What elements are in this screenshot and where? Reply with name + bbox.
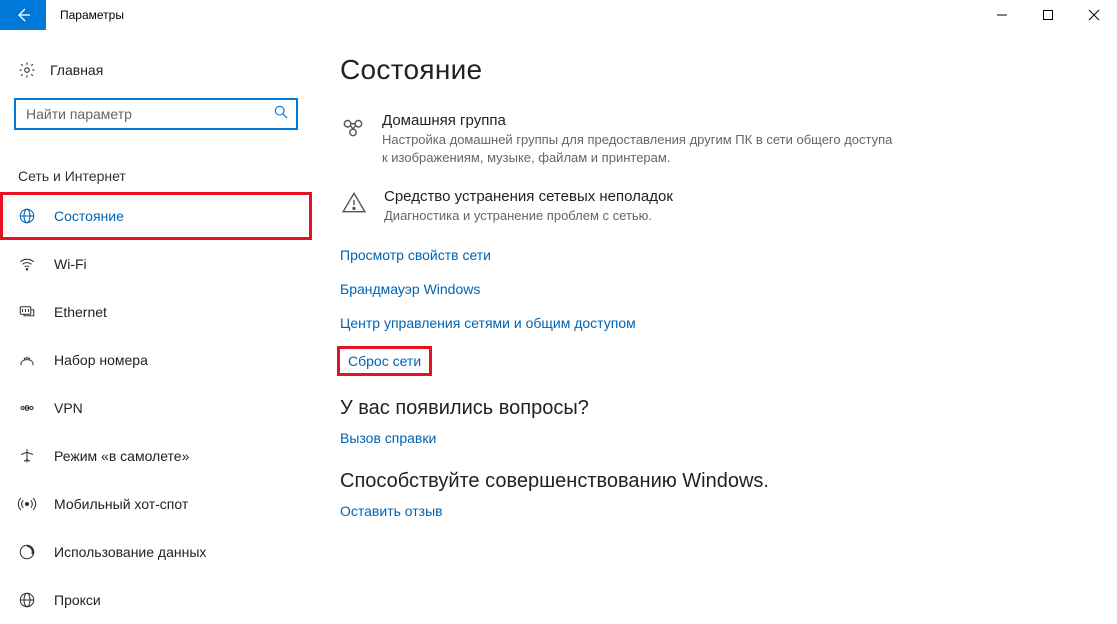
- vpn-icon: [18, 399, 36, 417]
- close-icon: [1089, 10, 1099, 20]
- arrow-left-icon: [15, 7, 31, 23]
- sidebar-item-label: Ethernet: [54, 304, 107, 320]
- section-homegroup[interactable]: Домашняя группа Настройка домашней групп…: [340, 112, 900, 166]
- search-input-wrapper[interactable]: [14, 98, 298, 130]
- sidebar-home-label: Главная: [50, 62, 103, 78]
- search-input[interactable]: [26, 106, 274, 122]
- sidebar-item-hotspot[interactable]: Мобильный хот-спот: [0, 480, 312, 528]
- highlight-network-reset: Сброс сети: [340, 349, 429, 373]
- sidebar-item-label: Использование данных: [54, 544, 206, 560]
- sidebar-item-label: Прокси: [54, 592, 101, 608]
- sidebar-item-proxy[interactable]: Прокси: [0, 576, 312, 624]
- sidebar: Главная Сеть и Интернет Состояние: [0, 30, 312, 622]
- ethernet-icon: [18, 303, 36, 321]
- section-title: Домашняя группа: [382, 112, 900, 129]
- data-usage-icon: [18, 543, 36, 561]
- sidebar-item-datausage[interactable]: Использование данных: [0, 528, 312, 576]
- sidebar-group-header: Сеть и Интернет: [0, 130, 312, 192]
- link-feedback[interactable]: Оставить отзыв: [340, 503, 1077, 519]
- titlebar-spacer: [138, 0, 979, 30]
- sidebar-item-wifi[interactable]: Wi-Fi: [0, 240, 312, 288]
- improve-heading: Способствуйте совершенствованию Windows.: [340, 470, 1077, 493]
- maximize-button[interactable]: [1025, 0, 1071, 30]
- dialup-icon: [18, 351, 36, 369]
- search-icon: [274, 105, 288, 124]
- back-button[interactable]: [0, 0, 46, 30]
- section-title: Средство устранения сетевых неполадок: [384, 188, 673, 205]
- proxy-icon: [18, 591, 36, 609]
- link-network-properties[interactable]: Просмотр свойств сети: [340, 247, 1077, 263]
- questions-heading: У вас появились вопросы?: [340, 397, 1077, 420]
- link-sharing-center[interactable]: Центр управления сетями и общим доступом: [340, 315, 1077, 331]
- sidebar-item-label: Wi-Fi: [54, 256, 87, 272]
- minimize-icon: [997, 10, 1007, 20]
- minimize-button[interactable]: [979, 0, 1025, 30]
- airplane-icon: [18, 447, 36, 465]
- sidebar-item-label: Набор номера: [54, 352, 148, 368]
- link-firewall[interactable]: Брандмауэр Windows: [340, 281, 1077, 297]
- link-network-reset[interactable]: Сброс сети: [348, 353, 421, 369]
- sidebar-item-label: VPN: [54, 400, 83, 416]
- section-subtitle: Диагностика и устранение проблем с сетью…: [384, 207, 673, 225]
- sidebar-item-status[interactable]: Состояние: [0, 192, 312, 240]
- gear-icon: [18, 61, 36, 79]
- window-title: Параметры: [46, 0, 138, 30]
- warning-icon: [340, 188, 368, 225]
- hotspot-icon: [18, 495, 36, 513]
- page-title: Состояние: [340, 54, 1077, 86]
- content: Состояние Домашняя группа Настройка дома…: [312, 30, 1117, 622]
- sidebar-item-label: Мобильный хот-спот: [54, 496, 188, 512]
- sidebar-item-label: Режим «в самолете»: [54, 448, 189, 464]
- sidebar-home[interactable]: Главная: [0, 52, 312, 88]
- sidebar-item-vpn[interactable]: VPN: [0, 384, 312, 432]
- sidebar-item-dialup[interactable]: Набор номера: [0, 336, 312, 384]
- homegroup-icon: [340, 112, 366, 166]
- sidebar-item-airplane[interactable]: Режим «в самолете»: [0, 432, 312, 480]
- link-help[interactable]: Вызов справки: [340, 430, 1077, 446]
- section-troubleshoot[interactable]: Средство устранения сетевых неполадок Ди…: [340, 188, 900, 225]
- maximize-icon: [1043, 10, 1053, 20]
- close-button[interactable]: [1071, 0, 1117, 30]
- section-subtitle: Настройка домашней группы для предоставл…: [382, 131, 900, 166]
- globe-icon: [18, 207, 36, 225]
- sidebar-item-label: Состояние: [54, 208, 124, 224]
- sidebar-item-ethernet[interactable]: Ethernet: [0, 288, 312, 336]
- wifi-icon: [18, 255, 36, 273]
